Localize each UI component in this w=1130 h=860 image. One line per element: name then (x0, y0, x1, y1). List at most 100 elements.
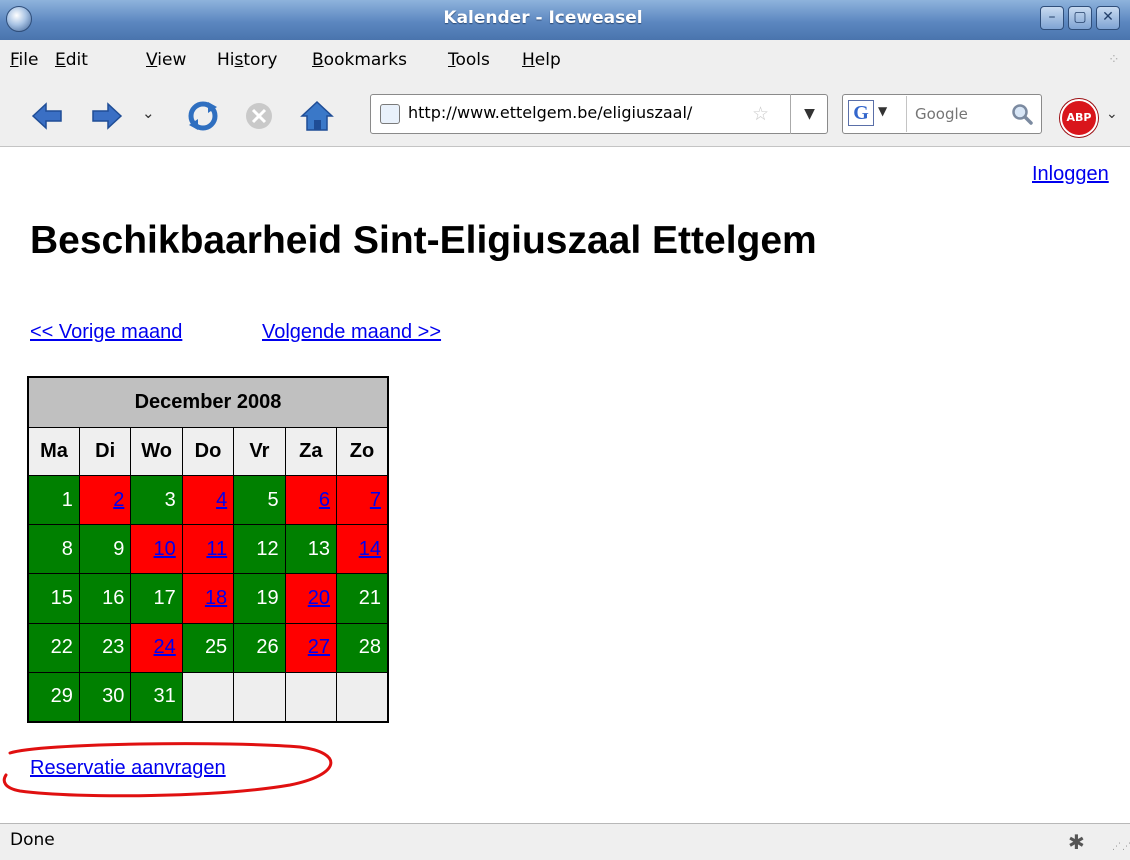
calendar-day-cell-free: 9 (78, 524, 132, 575)
close-button[interactable]: ✕ (1096, 6, 1120, 30)
calendar-day-cell-free: 29 (27, 671, 80, 723)
calendar-empty-cell (233, 671, 286, 723)
availability-calendar: December 2008 Ma Di Wo Do Vr Za Zo 1 2 3 4 5 6 7 8 9 10… (27, 376, 389, 723)
page-content: Inloggen Beschikbaarheid Sint-Eligiuszaa… (0, 147, 1130, 823)
magnifier-icon[interactable] (1010, 102, 1034, 126)
reserved-day-link[interactable]: 20 (308, 587, 330, 609)
calendar-day-cell-free: 25 (181, 622, 235, 673)
calendar-day-cell-busy: 11 (181, 524, 235, 575)
calendar-day-cell-busy: 27 (284, 622, 338, 673)
calendar-week-row: 22 23 24 25 26 27 28 (27, 622, 389, 673)
menu-tools[interactable]: Tools (448, 50, 490, 70)
weekday-header-row: Ma Di Wo Do Vr Za Zo (27, 427, 389, 476)
weekday-header: Za (284, 427, 338, 476)
bug-icon[interactable]: ✱ (1068, 830, 1085, 854)
menu-help[interactable]: Help (522, 50, 561, 70)
weekday-header: Ma (27, 427, 80, 476)
calendar-day-cell-free: 16 (78, 573, 132, 624)
forward-arrow-icon[interactable] (90, 99, 124, 133)
search-input[interactable] (906, 96, 1010, 132)
calendar-body: 1 2 3 4 5 6 7 8 9 10 11 12 13 14 15 16 17 18 19 20 21 22 23 24 2… (27, 474, 389, 723)
status-bar (0, 823, 1130, 860)
home-icon[interactable] (300, 99, 334, 133)
reserved-day-link[interactable]: 6 (319, 489, 330, 511)
menu-bar: File Edit View History Bookmarks Tools H… (0, 40, 1130, 80)
resize-grip-icon[interactable]: ⋰⋰ (1112, 842, 1130, 852)
calendar-week-row: 15 16 17 18 19 20 21 (27, 573, 389, 624)
window-titlebar[interactable]: Kalender - Iceweasel – ▢ ✕ (0, 0, 1130, 41)
calendar-day-cell-busy: 4 (181, 474, 235, 526)
annotation-ellipse (2, 742, 333, 798)
weekday-header: Wo (130, 427, 183, 476)
menu-history[interactable]: History (217, 50, 278, 70)
status-text: Done (10, 830, 55, 850)
menu-file[interactable]: File (10, 50, 38, 70)
menu-bookmarks[interactable]: Bookmarks (312, 50, 407, 70)
calendar-day-cell-free: 1 (27, 474, 80, 526)
window-title: Kalender - Iceweasel (443, 8, 643, 28)
calendar-day-cell-free: 13 (284, 524, 338, 575)
reload-icon[interactable] (186, 99, 220, 133)
login-link[interactable]: Inloggen (1032, 163, 1109, 186)
site-identity-icon[interactable] (380, 104, 400, 124)
calendar-day-cell-busy: 2 (78, 474, 132, 526)
calendar-day-cell-free: 31 (130, 671, 183, 723)
url-dropdown-button[interactable]: ▼ (790, 94, 828, 134)
calendar-day-cell-free: 15 (27, 573, 80, 624)
back-arrow-icon[interactable] (30, 99, 64, 133)
calendar-week-row: 8 9 10 11 12 13 14 (27, 524, 389, 575)
calendar-month-header: December 2008 (27, 376, 389, 428)
calendar-day-cell-free: 5 (233, 474, 286, 526)
calendar-day-cell-free: 17 (130, 573, 183, 624)
history-dropdown-icon[interactable]: ⌄ (142, 104, 155, 122)
calendar-day-cell-busy: 24 (130, 622, 183, 673)
weekday-header: Vr (233, 427, 286, 476)
reserved-day-link[interactable]: 27 (308, 636, 330, 658)
calendar-week-row: 1234567 (27, 474, 389, 526)
weekday-header: Zo (336, 427, 389, 476)
weekday-header: Do (181, 427, 235, 476)
menu-view[interactable]: View (146, 50, 186, 70)
reserved-day-link[interactable]: 24 (154, 636, 176, 658)
calendar-day-cell-busy: 18 (181, 573, 235, 624)
star-icon[interactable]: ☆ (752, 103, 769, 125)
calendar-empty-cell (336, 671, 389, 723)
menu-edit[interactable]: Edit (55, 50, 88, 70)
calendar-day-cell-free: 26 (233, 622, 286, 673)
page-title: Beschikbaarheid Sint-Eligiuszaal Ettelge… (30, 219, 817, 262)
url-input[interactable]: http://www.ettelgem.be/eligiuszaal/ (408, 103, 746, 127)
reserved-day-link[interactable]: 14 (359, 538, 381, 560)
weekday-header: Di (78, 427, 132, 476)
calendar-day-cell-free: 23 (78, 622, 132, 673)
calendar-day-cell-free: 3 (130, 474, 183, 526)
minimize-button[interactable]: – (1040, 6, 1064, 30)
calendar-day-cell-free: 12 (233, 524, 286, 575)
search-engine-dropdown-icon[interactable]: ▼ (878, 104, 887, 118)
reserved-day-link[interactable]: 18 (205, 587, 227, 609)
throbber-icon: ⁘ (1108, 52, 1120, 68)
reserved-day-link[interactable]: 4 (216, 489, 227, 511)
reserved-day-link[interactable]: 7 (370, 489, 381, 511)
previous-month-link[interactable]: << Vorige maand (30, 321, 182, 344)
calendar-day-cell-free: 30 (78, 671, 132, 723)
calendar-day-cell-free: 19 (233, 573, 286, 624)
calendar-day-cell-free: 22 (27, 622, 80, 673)
adblock-dropdown-icon[interactable]: ⌄ (1106, 106, 1118, 122)
adblock-plus-icon[interactable]: ABP (1060, 99, 1098, 137)
reserved-day-link[interactable]: 11 (206, 538, 227, 560)
google-engine-icon[interactable]: G (848, 100, 874, 126)
calendar-day-cell-busy: 14 (336, 524, 389, 575)
stop-icon[interactable] (242, 99, 276, 133)
calendar-week-row: 29 30 31 (27, 671, 389, 723)
maximize-button[interactable]: ▢ (1068, 6, 1092, 30)
calendar-day-cell-free: 21 (336, 573, 389, 624)
reserved-day-link[interactable]: 10 (154, 538, 176, 560)
reserved-day-link[interactable]: 2 (113, 489, 124, 511)
calendar-day-cell-busy: 10 (130, 524, 183, 575)
calendar-day-cell-busy: 20 (284, 573, 338, 624)
calendar-empty-cell (181, 671, 235, 723)
calendar-day-cell-free: 28 (336, 622, 389, 673)
calendar-empty-cell (284, 671, 338, 723)
next-month-link[interactable]: Volgende maand >> (262, 321, 441, 344)
calendar-day-cell-busy: 6 (284, 474, 338, 526)
